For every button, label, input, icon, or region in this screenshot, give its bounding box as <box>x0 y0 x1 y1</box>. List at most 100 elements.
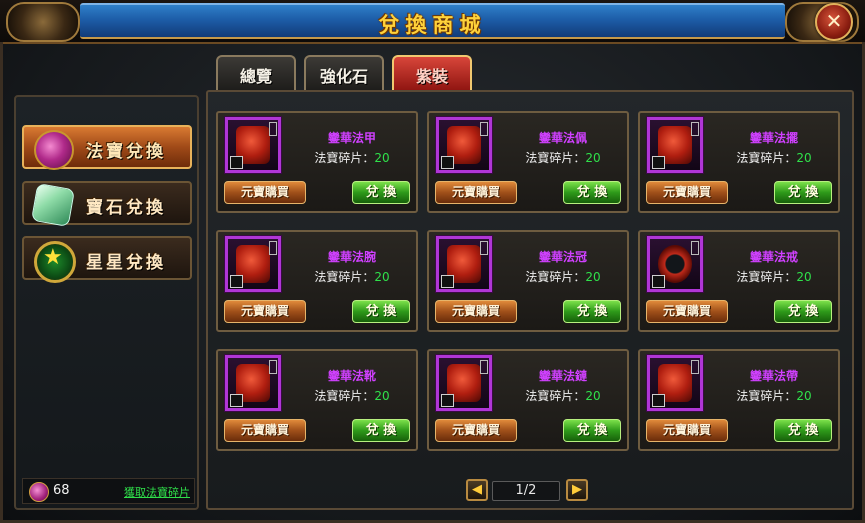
item-card: 鑾華法佩 法寶碎片：20 元寶購買 兌 換 <box>427 111 629 213</box>
badge-icon <box>269 360 277 374</box>
exchange-button[interactable]: 兌 換 <box>352 419 410 442</box>
yuanbao-buy-button[interactable]: 元寶購買 <box>224 419 306 442</box>
item-name: 鑾華法擺 <box>749 131 798 145</box>
magic-treasure-icon <box>34 130 74 170</box>
item-slot[interactable] <box>647 117 703 173</box>
item-slot[interactable] <box>647 236 703 292</box>
item-name: 鑾華法腕 <box>327 250 376 264</box>
item-name: 鑾華法鏈 <box>538 369 587 383</box>
item-card: 鑾華法腕 法寶碎片：20 元寶購買 兌 換 <box>216 230 418 332</box>
cost-label: 法寶碎片： <box>314 270 375 284</box>
exchange-button[interactable]: 兌 換 <box>563 300 621 323</box>
bind-icon <box>230 156 243 169</box>
yuanbao-buy-button[interactable]: 元寶購買 <box>646 419 728 442</box>
item-slot[interactable] <box>436 117 492 173</box>
cost-label: 法寶碎片： <box>314 151 375 165</box>
yuanbao-buy-button[interactable]: 元寶購買 <box>435 181 517 204</box>
cost-label: 法寶碎片： <box>736 270 797 284</box>
item-cost: 法寶碎片：20 <box>290 387 414 404</box>
bind-icon <box>441 394 454 407</box>
cost-value: 20 <box>585 389 601 403</box>
next-page-button[interactable]: ▶ <box>566 479 588 501</box>
yuanbao-buy-button[interactable]: 元寶購買 <box>435 300 517 323</box>
treasure-shard-icon <box>29 482 49 502</box>
item-cost: 法寶碎片：20 <box>501 387 625 404</box>
item-slot[interactable] <box>436 236 492 292</box>
yuanbao-buy-button[interactable]: 元寶購買 <box>435 419 517 442</box>
item-name: 鑾華法冠 <box>538 250 587 264</box>
yuanbao-buy-button[interactable]: 元寶購買 <box>224 181 306 204</box>
exchange-button[interactable]: 兌 換 <box>563 181 621 204</box>
exchange-button[interactable]: 兌 換 <box>352 181 410 204</box>
item-slot[interactable] <box>225 117 281 173</box>
category-magic-treasure-exchange[interactable]: 法寶兌換 <box>22 125 192 170</box>
get-shards-link[interactable]: 獲取法寶碎片 <box>124 484 190 500</box>
bind-icon <box>652 275 665 288</box>
cost-value: 20 <box>374 151 390 165</box>
exchange-button[interactable]: 兌 換 <box>774 181 832 204</box>
exchange-button[interactable]: 兌 換 <box>563 419 621 442</box>
item-cost: 法寶碎片：20 <box>712 387 836 404</box>
cost-value: 20 <box>585 151 601 165</box>
close-button[interactable]: ✕ <box>815 3 853 41</box>
cost-value: 20 <box>585 270 601 284</box>
cost-label: 法寶碎片： <box>736 151 797 165</box>
shard-count: 68 <box>53 483 70 498</box>
cost-value: 20 <box>796 389 812 403</box>
item-card: 鑾華法甲 法寶碎片：20 元寶購買 兌 換 <box>216 111 418 213</box>
item-card: 鑾華法鏈 法寶碎片：20 元寶購買 兌 換 <box>427 349 629 451</box>
title-band: 兌換商城 <box>80 3 785 39</box>
pagination: ◀ 1/2 ▶ <box>466 479 588 505</box>
bind-icon <box>441 275 454 288</box>
category-gem-exchange[interactable]: 寶石兌換 <box>22 181 192 228</box>
tab-overview[interactable]: 總覽 <box>216 55 296 91</box>
item-name: 鑾華法佩 <box>538 131 587 145</box>
item-card: 鑾華法擺 法寶碎片：20 元寶購買 兌 換 <box>638 111 840 213</box>
badge-icon <box>480 122 488 136</box>
badge-icon <box>691 241 699 255</box>
item-slot[interactable] <box>225 236 281 292</box>
item-slot[interactable] <box>225 355 281 411</box>
title-bar: 兌換商城 ✕ <box>0 0 865 44</box>
star-icon <box>34 241 76 283</box>
cost-label: 法寶碎片： <box>525 270 586 284</box>
bind-icon <box>230 275 243 288</box>
category-label: 法寶兌換 <box>86 142 166 162</box>
tab-label: 強化石 <box>319 67 368 86</box>
yuanbao-buy-button[interactable]: 元寶購買 <box>646 300 728 323</box>
yuanbao-buy-button[interactable]: 元寶購買 <box>224 300 306 323</box>
prev-page-button[interactable]: ◀ <box>466 479 488 501</box>
item-card: 鑾華法戒 法寶碎片：20 元寶購買 兌 換 <box>638 230 840 332</box>
cost-value: 20 <box>374 389 390 403</box>
item-name: 鑾華法帶 <box>749 369 798 383</box>
tab-purple-gear[interactable]: 紫裝 <box>392 55 472 91</box>
shard-balance-bar: 68 獲取法寶碎片 <box>22 478 195 504</box>
exchange-button[interactable]: 兌 換 <box>774 419 832 442</box>
item-grid-panel: 鑾華法甲 法寶碎片：20 元寶購買 兌 換 鑾華法佩 法寶碎片：20 元寶購買 … <box>206 90 854 510</box>
category-label: 星星兌換 <box>86 253 166 273</box>
badge-icon <box>691 122 699 136</box>
item-cost: 法寶碎片：20 <box>501 149 625 166</box>
bind-icon <box>230 394 243 407</box>
item-cost: 法寶碎片：20 <box>712 268 836 285</box>
item-slot[interactable] <box>436 355 492 411</box>
cost-label: 法寶碎片： <box>525 151 586 165</box>
bind-icon <box>652 394 665 407</box>
item-cost: 法寶碎片：20 <box>501 268 625 285</box>
cost-value: 20 <box>796 151 812 165</box>
exchange-button[interactable]: 兌 換 <box>774 300 832 323</box>
exchange-button[interactable]: 兌 換 <box>352 300 410 323</box>
tab-enhance-stone[interactable]: 強化石 <box>304 55 384 91</box>
tab-label: 總覽 <box>239 67 272 86</box>
bind-icon <box>652 156 665 169</box>
badge-icon <box>480 360 488 374</box>
yuanbao-buy-button[interactable]: 元寶購買 <box>646 181 728 204</box>
item-card: 鑾華法靴 法寶碎片：20 元寶購買 兌 換 <box>216 349 418 451</box>
item-cost: 法寶碎片：20 <box>290 149 414 166</box>
item-card: 鑾華法帶 法寶碎片：20 元寶購買 兌 換 <box>638 349 840 451</box>
category-star-exchange[interactable]: 星星兌換 <box>22 236 192 283</box>
item-slot[interactable] <box>647 355 703 411</box>
item-name: 鑾華法靴 <box>327 369 376 383</box>
cost-value: 20 <box>796 270 812 284</box>
cost-label: 法寶碎片： <box>314 389 375 403</box>
